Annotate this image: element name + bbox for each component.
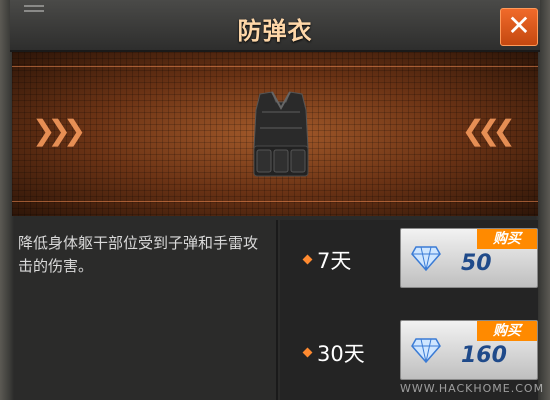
dialog-titlebar: 防弹衣 <box>10 0 540 52</box>
banner-line-bottom <box>12 201 538 202</box>
buy-label: 购买 <box>477 321 537 341</box>
bullet-diamond-icon <box>302 347 313 357</box>
diamond-icon <box>411 246 441 271</box>
buy-button-7-days[interactable]: 购买 50 <box>400 228 538 288</box>
item-preview-banner: ❯❯❯ ❮❮❮ <box>12 52 538 216</box>
panel-divider <box>276 220 278 400</box>
chevron-left-icon: ❮❮❮ <box>461 114 516 147</box>
dialog-title: 防弹衣 <box>237 17 313 45</box>
option-7-days[interactable]: 7天 <box>302 245 352 275</box>
diamond-icon <box>411 338 441 363</box>
option-duration: 7天 <box>317 249 352 273</box>
item-description: 降低身体躯干部位受到子弹和手雷攻击的伤害。 <box>18 234 259 275</box>
chevron-right-icon: ❯❯❯ <box>32 114 86 147</box>
banner-line-top <box>12 66 538 67</box>
option-duration: 30天 <box>317 342 365 366</box>
price-value: 50 <box>461 251 492 276</box>
watermark: WWW.HACKHOME.COM <box>400 382 545 395</box>
buy-label: 购买 <box>477 229 537 249</box>
price-value: 160 <box>461 343 507 368</box>
close-button[interactable]: ✕ <box>500 8 538 46</box>
buy-button-30-days[interactable]: 购买 160 <box>400 320 538 380</box>
bulletproof-vest-icon <box>253 91 309 177</box>
bullet-diamond-icon <box>302 254 313 264</box>
option-30-days[interactable]: 30天 <box>302 338 365 368</box>
